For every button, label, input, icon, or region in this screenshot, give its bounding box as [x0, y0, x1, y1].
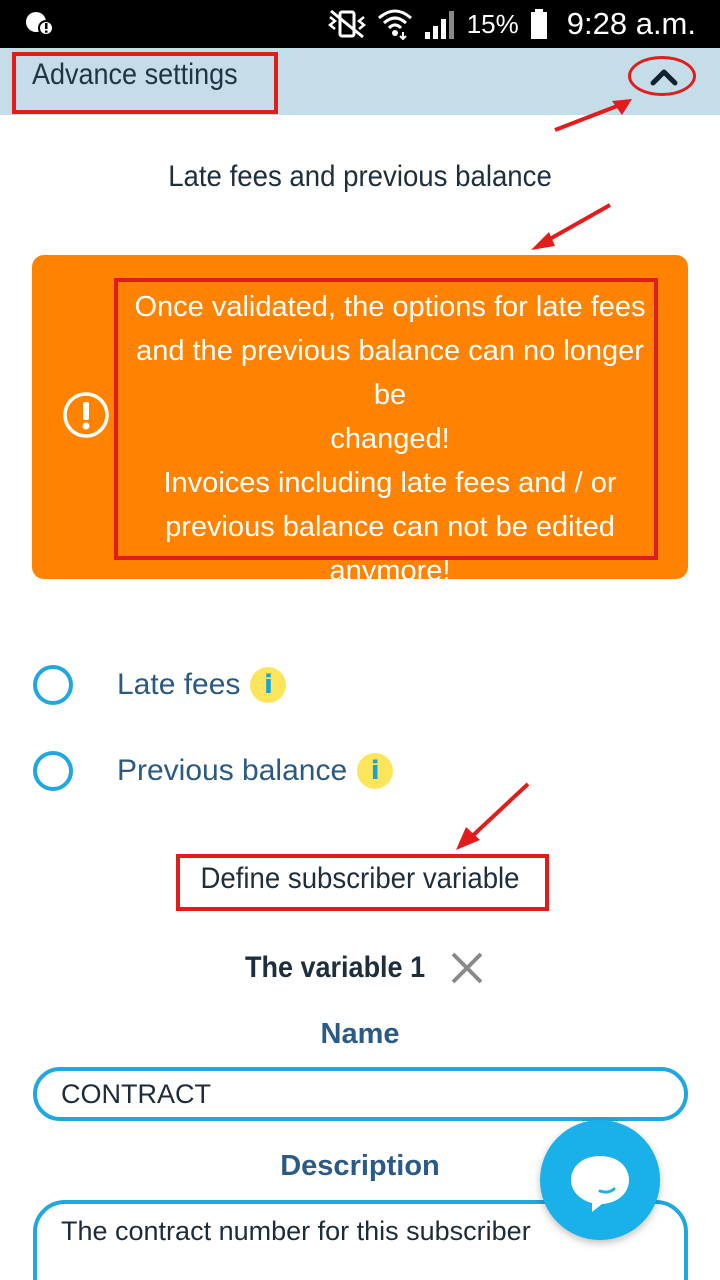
annotation-box-warning: [114, 278, 658, 560]
info-icon[interactable]: i: [250, 667, 287, 703]
annotation-arrow-subscriber: [456, 782, 530, 850]
battery-icon: [530, 9, 547, 39]
annotation-box-header: [12, 52, 278, 114]
late-fees-section-title: Late fees and previous balance: [168, 160, 552, 193]
vibrate-icon: [327, 9, 366, 39]
variable-header: The variable 1: [0, 950, 720, 986]
annotation-box-subscriber: [176, 854, 549, 911]
previous-balance-option[interactable]: Previous balance i: [33, 750, 394, 792]
previous-balance-label: Previous balance: [117, 754, 348, 787]
name-label: Name: [320, 1018, 400, 1050]
late-fees-radio[interactable]: [33, 665, 73, 705]
exclamation-circle-icon: [63, 392, 109, 438]
late-fees-label: Late fees: [117, 668, 241, 701]
name-input[interactable]: CONTRACT: [33, 1067, 688, 1121]
annotation-arrow-warning: [531, 203, 611, 250]
previous-balance-radio[interactable]: [33, 751, 73, 791]
chat-icon: [571, 1156, 629, 1212]
annotation-arrow-chevron: [554, 99, 632, 132]
signal-icon: [424, 11, 454, 39]
close-icon[interactable]: [449, 950, 485, 986]
late-fees-option[interactable]: Late fees i: [33, 664, 287, 706]
late-fees-label-group: Late fees i: [117, 667, 287, 703]
clock: 9:28 a.m.: [566, 6, 696, 41]
annotation-ellipse-chevron: [628, 56, 696, 96]
battery-percent: 15%: [466, 8, 519, 39]
info-icon[interactable]: i: [357, 753, 394, 789]
notification-icon: [26, 12, 54, 36]
variable-title: The variable 1: [244, 951, 426, 984]
wifi-icon: [377, 9, 412, 40]
chat-button[interactable]: [540, 1120, 660, 1240]
previous-balance-label-group: Previous balance i: [117, 753, 394, 789]
status-bar: 15% 9:28 a.m.: [0, 0, 720, 48]
